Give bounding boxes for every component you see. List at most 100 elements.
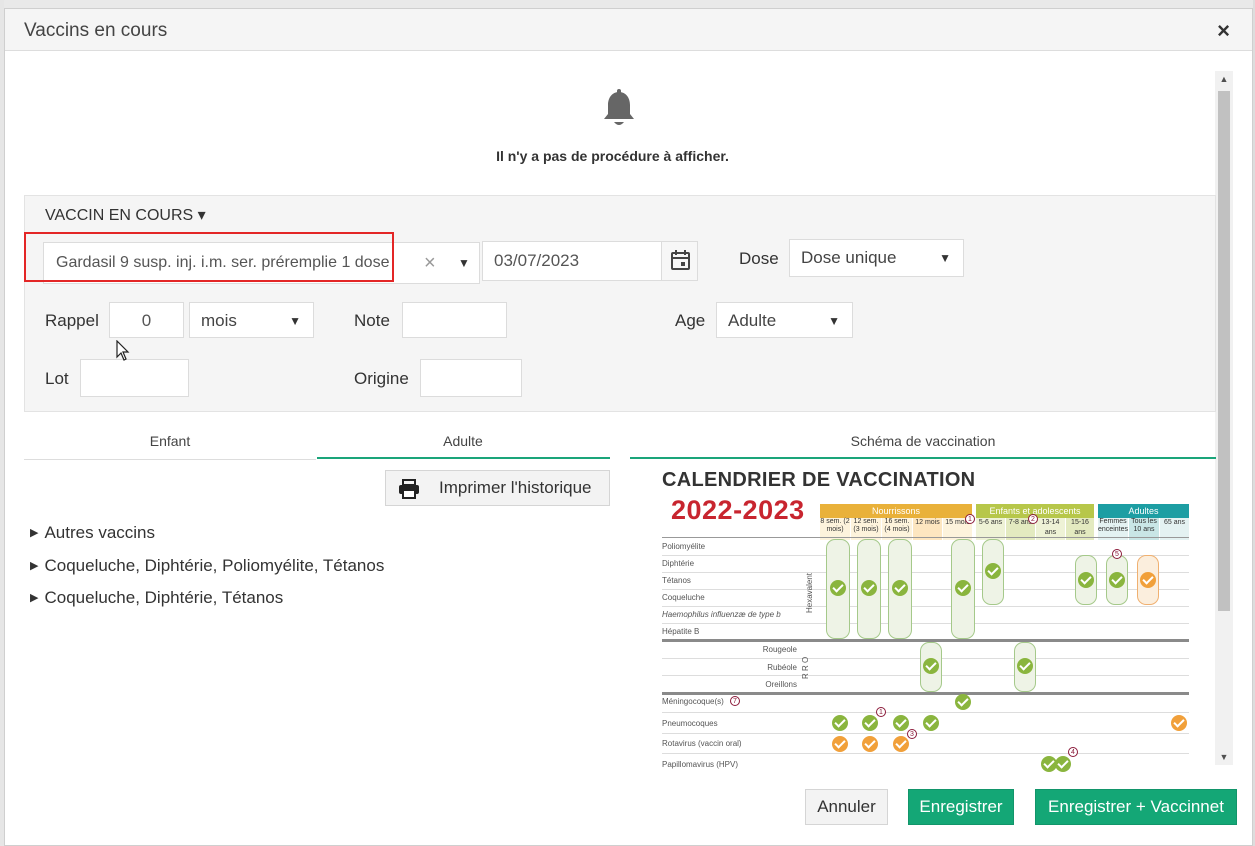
check-icon bbox=[862, 715, 878, 731]
note-input[interactable] bbox=[402, 302, 507, 338]
date-input[interactable]: 03/07/2023 bbox=[482, 241, 698, 281]
note-badge: 5 bbox=[1112, 549, 1122, 559]
chevron-down-icon[interactable]: ▼ bbox=[458, 243, 470, 283]
row-label: Tétanos bbox=[662, 576, 691, 585]
row-label: Haemophilus influenzæ de type b bbox=[662, 610, 781, 619]
check-orange-icon bbox=[893, 736, 909, 752]
check-icon bbox=[1055, 756, 1071, 772]
tab-schema[interactable]: Schéma de vaccination bbox=[630, 433, 1216, 449]
background-topbar bbox=[0, 0, 1255, 8]
row-label: Rubéole bbox=[767, 663, 797, 672]
no-procedure-message: Il n'y a pas de procédure à afficher. bbox=[496, 148, 729, 164]
rappel-label: Rappel bbox=[45, 311, 99, 330]
age-select[interactable]: Adulte ▼ bbox=[716, 302, 853, 338]
bell-icon bbox=[604, 89, 634, 125]
list-item[interactable]: ▶ Coqueluche, Diphtérie, Poliomyélite, Té… bbox=[30, 556, 384, 576]
mouse-cursor-icon bbox=[116, 340, 130, 361]
check-icon bbox=[955, 580, 971, 596]
vaccination-calendar: CALENDRIER DE VACCINATION 2022-2023 Nour… bbox=[657, 467, 1193, 775]
caret-right-icon: ▶ bbox=[30, 592, 39, 604]
dose-select[interactable]: Dose unique ▼ bbox=[789, 239, 964, 277]
check-icon bbox=[923, 658, 939, 674]
row-label: Pneumocoques bbox=[662, 719, 718, 728]
check-icon bbox=[955, 694, 971, 710]
calendar-icon[interactable] bbox=[661, 242, 697, 280]
origine-input[interactable] bbox=[420, 359, 522, 397]
note-badge: 2 bbox=[1028, 514, 1038, 524]
calendar-years: 2022-2023 bbox=[671, 495, 805, 525]
note-badge: 7 bbox=[730, 696, 740, 706]
row-label: Poliomyélite bbox=[662, 542, 706, 551]
chart-rule bbox=[662, 712, 1189, 713]
list-item-label: Coqueluche, Diphtérie, Tétanos bbox=[44, 588, 284, 607]
check-orange-icon bbox=[1140, 572, 1156, 588]
close-icon[interactable]: × bbox=[1217, 18, 1230, 44]
note-badge: 4 bbox=[1068, 747, 1078, 757]
clear-icon[interactable]: × bbox=[424, 243, 436, 283]
note-badge: 1 bbox=[876, 707, 886, 717]
cancel-button[interactable]: Annuler bbox=[805, 789, 888, 825]
row-label: Méningocoque(s) bbox=[662, 697, 724, 706]
chevron-down-icon: ▼ bbox=[939, 251, 951, 265]
list-item[interactable]: ▶ Coqueluche, Diphtérie, Tétanos bbox=[30, 588, 283, 608]
lot-input[interactable] bbox=[80, 359, 189, 397]
check-icon bbox=[923, 715, 939, 731]
row-label: Rotavirus (vaccin oral) bbox=[662, 739, 742, 748]
check-icon bbox=[861, 580, 877, 596]
vaccines-modal: Vaccins en cours × ▲ ▼ Il n'y a pas de p… bbox=[4, 8, 1253, 846]
print-history-label: Imprimer l'historique bbox=[439, 478, 592, 497]
chart-rule bbox=[662, 537, 1189, 538]
chevron-down-icon: ▼ bbox=[289, 314, 301, 328]
group-adultes: Adultes bbox=[1098, 504, 1189, 518]
date-input-value: 03/07/2023 bbox=[494, 251, 580, 270]
check-icon bbox=[893, 715, 909, 731]
schema-tab-indicator bbox=[630, 457, 1216, 459]
rro-label: R R O bbox=[801, 656, 810, 679]
dose-select-value: Dose unique bbox=[801, 248, 897, 267]
check-icon bbox=[892, 580, 908, 596]
check-orange-icon bbox=[862, 736, 878, 752]
note-badge: 3 bbox=[907, 729, 917, 739]
caret-right-icon: ▶ bbox=[30, 560, 39, 572]
note-label: Note bbox=[354, 311, 390, 330]
rappel-unit-select[interactable]: mois ▼ bbox=[189, 302, 314, 338]
check-icon bbox=[1078, 572, 1094, 588]
check-orange-icon bbox=[1171, 715, 1187, 731]
row-label: Hépatite B bbox=[662, 627, 700, 636]
rappel-unit-value: mois bbox=[201, 311, 237, 330]
check-icon bbox=[1017, 658, 1033, 674]
row-label: Coqueluche bbox=[662, 593, 705, 602]
panel-title[interactable]: VACCIN EN COURS ▾ bbox=[45, 205, 206, 225]
scroll-up-arrow-icon[interactable]: ▲ bbox=[1215, 71, 1233, 87]
print-history-button[interactable]: Imprimer l'historique bbox=[385, 470, 610, 506]
check-icon bbox=[830, 580, 846, 596]
save-button[interactable]: Enregistrer bbox=[908, 789, 1014, 825]
row-label: Rougeole bbox=[762, 645, 797, 654]
scrollbar-thumb[interactable] bbox=[1218, 91, 1230, 611]
rappel-input[interactable]: 0 bbox=[109, 302, 184, 338]
scroll-down-arrow-icon[interactable]: ▼ bbox=[1215, 749, 1233, 765]
chart-rule bbox=[662, 753, 1189, 754]
age-select-value: Adulte bbox=[728, 311, 777, 330]
modal-scrollbar[interactable]: ▲ ▼ bbox=[1215, 71, 1233, 765]
row-label: Diphtérie bbox=[662, 559, 695, 568]
check-icon bbox=[832, 715, 848, 731]
row-label: Oreillons bbox=[765, 680, 797, 689]
check-icon bbox=[1109, 572, 1125, 588]
tab-divider bbox=[24, 459, 316, 460]
chart-rule bbox=[662, 733, 1189, 734]
check-icon bbox=[985, 563, 1001, 579]
chevron-down-icon: ▼ bbox=[828, 314, 840, 328]
tab-adulte[interactable]: Adulte bbox=[317, 433, 609, 449]
list-item-label: Autres vaccins bbox=[44, 523, 156, 542]
save-vaccinnet-button[interactable]: Enregistrer + Vaccinnet bbox=[1035, 789, 1237, 825]
dose-label: Dose bbox=[739, 249, 779, 268]
origine-label: Origine bbox=[354, 369, 409, 388]
list-item[interactable]: ▶ Autres vaccins bbox=[30, 523, 155, 543]
row-label: Papillomavirus (HPV) bbox=[662, 760, 739, 769]
hexavalent-label: Hexavalent bbox=[805, 572, 814, 613]
lot-label: Lot bbox=[45, 369, 69, 388]
group-nourrissons: Nourrissons bbox=[820, 504, 972, 518]
current-vaccine-panel: VACCIN EN COURS ▾ Gardasil 9 susp. inj. … bbox=[24, 195, 1216, 412]
tab-enfant[interactable]: Enfant bbox=[24, 433, 316, 449]
